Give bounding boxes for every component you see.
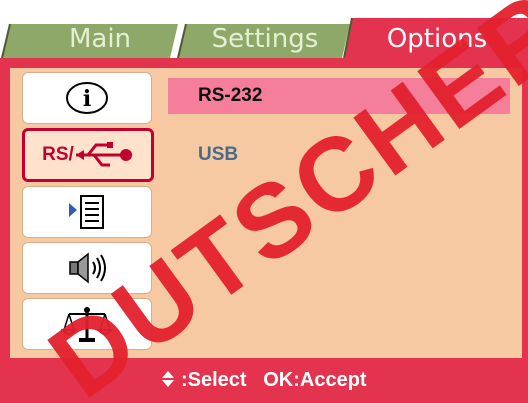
footer-hint: :Select OK:Accept [0, 358, 528, 403]
up-down-arrow-icon [161, 369, 181, 391]
svg-text:i: i [83, 86, 91, 112]
list-icon [69, 195, 104, 229]
usb-icon [75, 142, 132, 167]
tab-main[interactable]: Main [30, 22, 170, 56]
footer-bar: :Select OK:Accept [0, 358, 528, 403]
sidebar: i RS/ [18, 70, 154, 354]
sidebar-item-printout[interactable] [22, 186, 152, 238]
option-rs232[interactable]: RS-232 [168, 78, 510, 114]
sidebar-item-balance[interactable] [22, 298, 152, 350]
accept-hint: OK:Accept [263, 369, 367, 391]
balance-scale-icon [61, 307, 113, 342]
option-usb[interactable]: USB [168, 137, 510, 173]
info-icon: i [66, 82, 108, 114]
tab-options[interactable]: Options [362, 22, 512, 56]
device-screen: Main Settings Options i RS/ RS-232 USB:… [0, 0, 528, 403]
sidebar-item-info[interactable]: i [22, 72, 152, 124]
tab-settings[interactable]: Settings [190, 22, 340, 56]
select-hint: :Select [180, 369, 247, 391]
option-list: RS-232 USB [156, 70, 520, 354]
sidebar-item-interface[interactable]: RS/ [22, 128, 154, 182]
tab-bar: Main Settings Options [0, 0, 528, 58]
speaker-icon [69, 252, 106, 284]
rs-label: RS/ [42, 144, 74, 165]
sidebar-item-sound[interactable] [22, 242, 152, 294]
